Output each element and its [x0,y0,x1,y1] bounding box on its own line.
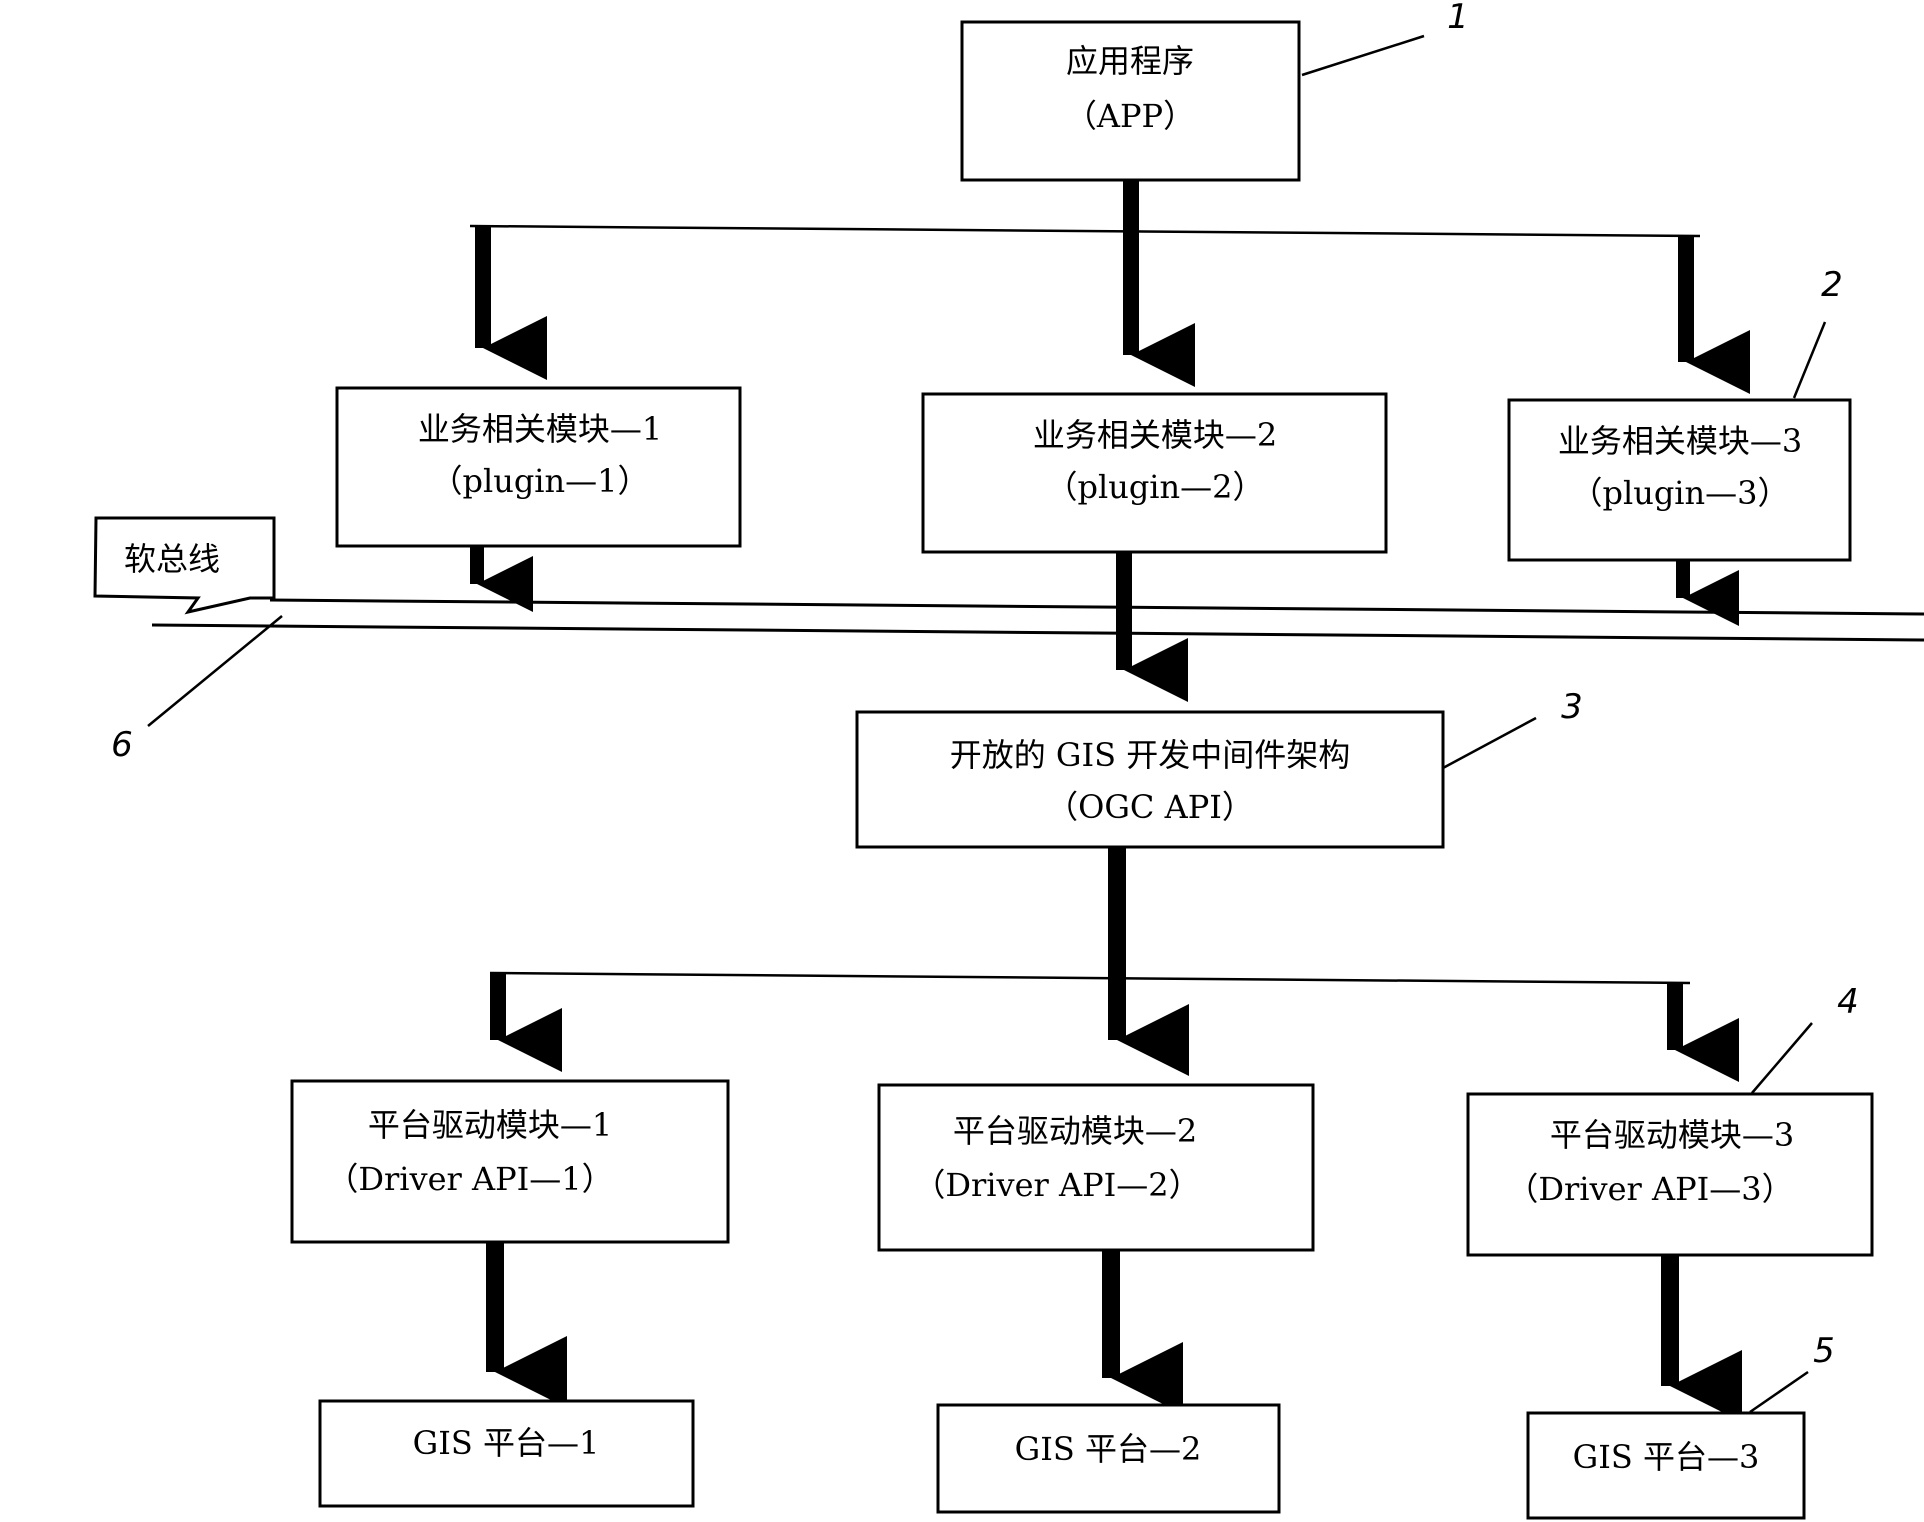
middleware-subtitle: （OGC API） [1046,788,1254,826]
driver-2-title: 平台驱动模块—2 [953,1112,1197,1150]
app-title: 应用程序 [1066,42,1194,80]
bus-label: 软总线 [124,540,220,578]
driver-2-subtitle: （Driver API—2） [913,1166,1200,1204]
leader-line-6 [147,615,283,727]
plugin-2-subtitle: （plugin—2） [1045,468,1264,506]
plugin-2-title: 业务相关模块—2 [1033,416,1277,454]
platform-box-3: GIS 平台—3 [1526,1411,1806,1520]
soft-bus [151,598,1924,642]
app-subtitle: （APP） [1065,97,1195,135]
plugin-1-subtitle: （plugin—1） [430,462,649,500]
leader-line-4 [1751,1022,1813,1094]
ref-label-1: 1 [1447,0,1469,37]
driver-box-1: 平台驱动模块—1 （Driver API—1） [290,1079,730,1244]
ref-label-6: 6 [111,725,133,765]
architecture-diagram: 应用程序 （APP） 1 业务相关模块—1 （plugin—1） 业务相关模块—… [0,0,1924,1522]
platform-box-1: GIS 平台—1 [318,1399,695,1508]
platform-1-label: GIS 平台—1 [413,1424,600,1462]
plugin-1-title: 业务相关模块—1 [418,410,662,448]
ref-label-4: 4 [1837,982,1859,1022]
driver-3-title: 平台驱动模块—3 [1550,1116,1794,1154]
ref-label-2: 2 [1821,265,1843,305]
plugin-box-3: 业务相关模块—3 （plugin—3） [1507,398,1852,562]
driver-3-subtitle: （Driver API—3） [1506,1170,1793,1208]
leader-line-5 [1749,1370,1809,1414]
distribution-bar-bottom [489,971,1691,985]
platform-2-label: GIS 平台—2 [1015,1430,1202,1468]
driver-1-subtitle: （Driver API—1） [326,1160,613,1198]
bus-line-top [269,598,1924,616]
middleware-box: 开放的 GIS 开发中间件架构 （OGC API） [855,710,1445,849]
distribution-bar-top [469,224,1701,238]
platform-box-2: GIS 平台—2 [936,1403,1281,1514]
leader-line-3 [1442,716,1537,770]
plugin-box-1: 业务相关模块—1 （plugin—1） [335,386,742,548]
plugin-box-2: 业务相关模块—2 （plugin—2） [921,392,1388,554]
app-box: 应用程序 （APP） [960,20,1301,182]
driver-box-3: 平台驱动模块—3 （Driver API—3） [1466,1092,1874,1257]
driver-1-title: 平台驱动模块—1 [368,1106,612,1144]
plugin-3-title: 业务相关模块—3 [1558,422,1802,460]
leader-line-2 [1792,321,1827,399]
bus-line-bottom [151,623,1924,642]
platform-3-label: GIS 平台—3 [1573,1438,1760,1476]
plugin-3-subtitle: （plugin—3） [1570,474,1789,512]
bus-callout: 软总线 [93,516,276,615]
driver-box-2: 平台驱动模块—2 （Driver API—2） [877,1083,1315,1252]
leader-line-1 [1301,34,1425,77]
middleware-title: 开放的 GIS 开发中间件架构 [950,736,1350,774]
ref-label-3: 3 [1561,687,1583,727]
ref-label-5: 5 [1813,1331,1835,1371]
